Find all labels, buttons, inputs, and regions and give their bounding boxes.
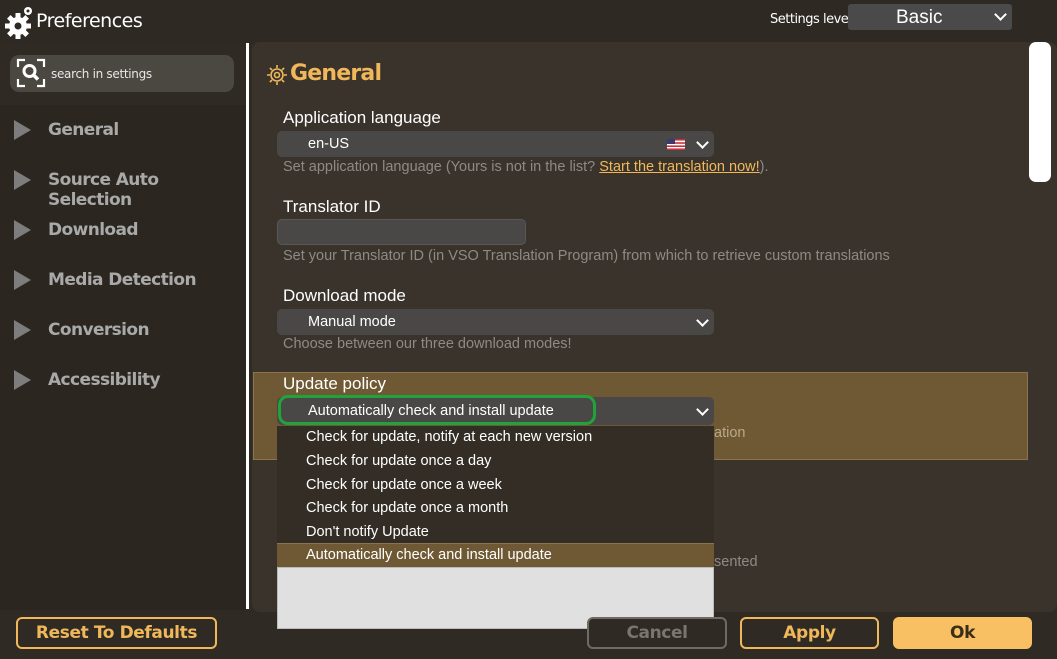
gear-icon — [267, 65, 287, 85]
sidebar-item-label: Conversion — [48, 320, 150, 340]
app-language-label: Application language — [283, 108, 441, 127]
download-mode-select[interactable]: Manual mode — [277, 309, 714, 335]
sidebar-item-media-detection[interactable]: Media Detection — [0, 261, 246, 301]
update-policy-dropdown: Check for update, notify at each new ver… — [277, 426, 714, 567]
sidebar-item-general[interactable]: General — [0, 111, 246, 151]
dropdown-option[interactable]: Don't notify Update — [277, 521, 714, 544]
dropdown-option[interactable]: Check for update once a month — [277, 497, 714, 520]
download-mode-hint: Choose between our three download modes! — [283, 336, 572, 352]
chevron-down-icon — [696, 403, 709, 416]
app-language-select[interactable]: en-US — [277, 131, 714, 157]
play-icon — [14, 370, 31, 390]
scrollbar-thumb[interactable] — [1029, 42, 1051, 182]
app-language-hint: Set application language (Yours is not i… — [283, 159, 769, 175]
play-icon — [14, 320, 31, 340]
dropdown-option[interactable]: Check for update, notify at each new ver… — [277, 426, 714, 449]
dropdown-option-selected[interactable]: Automatically check and install update — [277, 543, 714, 567]
update-policy-label: Update policy — [283, 374, 387, 393]
settings-level-select[interactable]: Basic — [848, 4, 1012, 30]
sidebar-item-conversion[interactable]: Conversion — [0, 311, 246, 351]
play-icon — [14, 220, 31, 240]
translator-id-hint: Set your Translator ID (in VSO Translati… — [283, 248, 890, 264]
dropdown-option[interactable]: Check for update once a week — [277, 474, 714, 497]
play-icon — [14, 170, 31, 190]
chevron-down-icon — [994, 8, 1007, 21]
focus-highlight — [278, 395, 596, 425]
download-mode-label: Download mode — [283, 286, 406, 305]
settings-level-value: Basic — [896, 7, 943, 28]
app-language-value: en-US — [308, 136, 350, 152]
sidebar-divider[interactable] — [246, 43, 249, 609]
sidebar: search in settings General Source Auto S… — [0, 42, 246, 610]
search-input[interactable]: search in settings — [10, 55, 234, 92]
sidebar-item-label: Accessibility — [48, 370, 161, 390]
translator-id-label: Translator ID — [283, 197, 381, 216]
chevron-down-icon — [696, 136, 709, 149]
apply-button[interactable]: Apply — [740, 617, 879, 649]
title-bar: Preferences Settings level Basic — [0, 0, 1057, 42]
sidebar-item-source-auto-selection[interactable]: Source Auto Selection — [0, 161, 246, 210]
us-flag-icon — [667, 139, 685, 150]
start-translation-link[interactable]: Start the translation now! — [599, 159, 759, 175]
cancel-button[interactable]: Cancel — [587, 617, 727, 649]
gear-icon — [5, 7, 32, 39]
sidebar-item-label: Source Auto Selection — [48, 170, 159, 210]
search-placeholder: search in settings — [51, 67, 152, 81]
obscured-hint: sented — [714, 554, 758, 570]
play-icon — [14, 120, 31, 140]
settings-level-label: Settings level — [770, 12, 852, 27]
chevron-down-icon — [696, 314, 709, 327]
sidebar-item-label: Media Detection — [48, 270, 197, 290]
section-title: General — [290, 61, 382, 86]
sidebar-item-label: Download — [48, 220, 139, 240]
sidebar-item-download[interactable]: Download — [0, 211, 246, 251]
download-mode-value: Manual mode — [308, 314, 396, 330]
window-title: Preferences — [36, 10, 143, 32]
translator-id-field[interactable] — [277, 219, 526, 245]
search-icon — [16, 58, 46, 88]
sidebar-nav: General Source Auto Selection Download M… — [0, 105, 246, 610]
sidebar-item-accessibility[interactable]: Accessibility — [0, 361, 246, 401]
play-icon — [14, 270, 31, 290]
update-policy-hint: ation — [714, 425, 746, 441]
dropdown-option[interactable]: Check for update once a day — [277, 450, 714, 473]
ok-button[interactable]: Ok — [893, 617, 1032, 649]
sidebar-item-label: General — [48, 120, 119, 140]
reset-to-defaults-button[interactable]: Reset To Defaults — [16, 617, 217, 649]
